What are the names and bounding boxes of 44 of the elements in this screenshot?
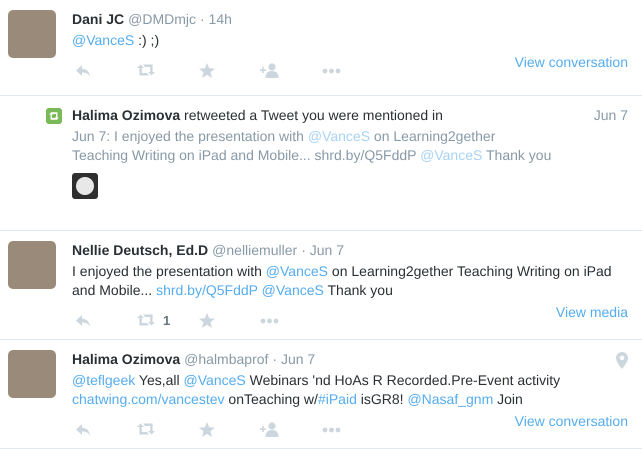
location-pin-icon[interactable]	[616, 352, 628, 369]
tweet-text: I enjoyed the presentation with @VanceS on Learning2gether Teaching Writing on iPad and Mobile... shrd.by/Q5FddP @VanceS Thank you	[72, 262, 613, 300]
view-link[interactable]: View media	[556, 304, 628, 320]
star-icon[interactable]	[198, 62, 217, 79]
user-name[interactable]: Nellie Deutsch, Ed.D	[72, 241, 208, 260]
notification-time: Jun 7	[594, 106, 628, 125]
tweet-text: @teflgeek Yes,all @VanceS Webinars 'nd HoAs R Recorded.Pre-Event activity chatwing.com/vancestev onTeaching w/#iPaid isGR8! @Nasaf_gnm Join	[72, 371, 562, 409]
avatar-photo-placeholder[interactable]	[8, 241, 56, 289]
user-name[interactable]: Halima Ozimova	[72, 350, 180, 369]
tweet-link[interactable]: @teflgeek	[72, 372, 136, 388]
retweet-count: 1	[163, 313, 170, 328]
notification-text: Halima Ozimova retweeted a Tweet you were mentioned in	[72, 106, 443, 125]
star-icon[interactable]	[198, 312, 217, 329]
add-person-icon[interactable]	[260, 62, 279, 79]
star-icon[interactable]	[198, 421, 217, 438]
user-handle[interactable]: @nelliemuller	[212, 241, 298, 260]
avatar-photo-placeholder[interactable]	[8, 350, 56, 398]
tweet-time[interactable]: · Jun 7	[272, 350, 316, 369]
tweet-link[interactable]: #iPaid	[318, 391, 357, 407]
user-handle[interactable]: @halmbaprof	[184, 350, 268, 369]
tweet-text: Jun 7: I enjoyed the presentation with @VanceS on Learning2gether Teaching Writing on iPad and Mobile... shrd.by/Q5FddP @VanceS Thank you	[72, 127, 552, 165]
user-name[interactable]: Dani JC	[72, 10, 124, 29]
view-link[interactable]: View conversation	[514, 54, 628, 70]
retweet-badge-icon	[46, 108, 62, 124]
add-person-icon[interactable]	[260, 421, 279, 438]
reply-icon[interactable]	[74, 421, 93, 438]
tweet-link[interactable]: @VanceS	[72, 32, 134, 48]
tweet-link[interactable]: shrd.by/Q5FddP	[156, 282, 258, 298]
user-handle[interactable]: @DMDmjc	[128, 10, 196, 29]
tweet-time[interactable]: · 14h	[200, 10, 232, 29]
tweet-link[interactable]: @VanceS	[420, 147, 482, 163]
reply-icon[interactable]	[74, 312, 93, 329]
view-link[interactable]: View conversation	[514, 413, 628, 429]
tweet-link[interactable]: @VanceS	[266, 263, 328, 279]
reply-icon[interactable]	[74, 62, 93, 79]
avatar-photo-placeholder[interactable]	[8, 10, 56, 58]
tweet-text: @VanceS :) ;)	[72, 31, 160, 50]
tweet-link[interactable]: @VanceS	[262, 282, 324, 298]
tweet-link[interactable]: @Nasaf_gnm	[407, 391, 494, 407]
tweet-time[interactable]: · Jun 7	[301, 241, 344, 260]
tweet-link[interactable]: chatwing.com/vancestev	[72, 391, 225, 407]
tweet-link[interactable]: @VanceS	[184, 372, 246, 388]
photo-placeholder[interactable]	[72, 173, 98, 199]
tweet-link[interactable]: @VanceS	[308, 128, 370, 144]
